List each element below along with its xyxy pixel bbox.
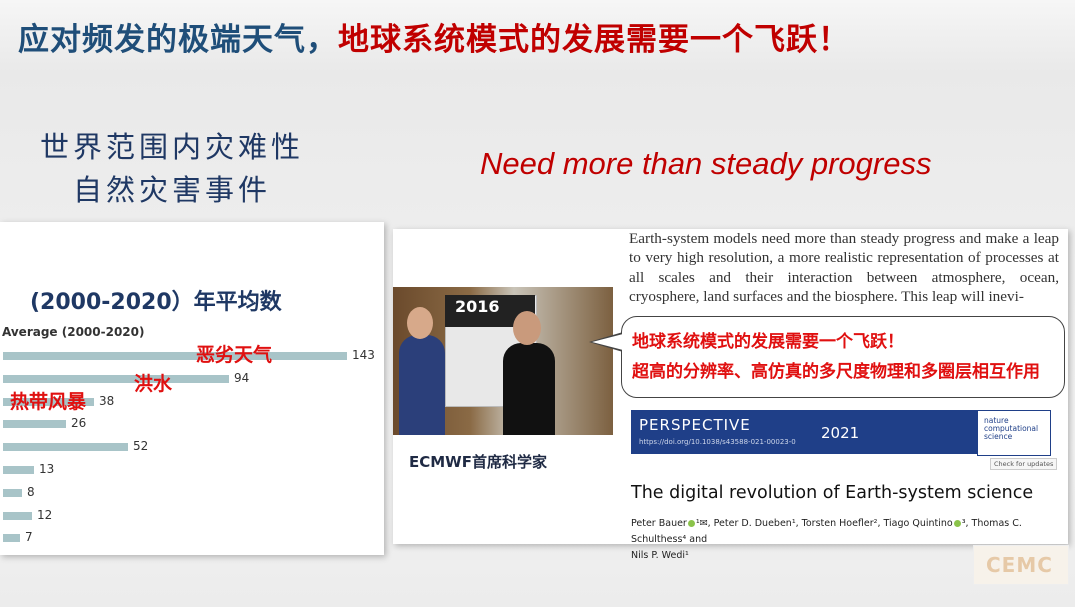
disaster-chart: (2000-2020）年平均数 Average (2000-2020) 143 9… (0, 222, 384, 555)
chart-bar (3, 375, 229, 383)
abstract-text: Earth-system models need more than stead… (629, 229, 1059, 306)
photo-caption: ECMWF首席科学家 (409, 453, 547, 471)
cemc-logo-text: CEMC (986, 553, 1053, 577)
slide-title-part2: 地球系统模式的发展需要一个飞跃！ (338, 22, 850, 58)
chart-bar-value: 52 (133, 439, 149, 453)
chart-bar (3, 443, 128, 451)
chart-bar (3, 512, 32, 520)
callout-line2: 超高的分辨率、高仿真的多尺度物理和多圈层相互作用 (632, 362, 1040, 382)
subtitle: Need more than steady progress (480, 146, 932, 181)
chart-bar-value: 38 (99, 394, 115, 408)
chart-bar (3, 489, 22, 497)
person-right (503, 343, 555, 435)
slide-title: 应对频发的极端天气，地球系统模式的发展需要一个飞跃！ (18, 14, 850, 59)
chart-bar (3, 466, 34, 474)
slide-title-part1: 应对频发的极端天气， (18, 22, 338, 58)
chart-bar-value: 8 (27, 485, 35, 499)
journal-logo: nature computational science (977, 410, 1051, 456)
perspective-year: 2021 (821, 424, 860, 442)
orcid-icon (687, 520, 695, 527)
paper-panel: 2016 ECMWF首席科学家 Earth-system models need… (393, 229, 1068, 561)
chart-bar-value: 13 (39, 462, 55, 476)
callout-line1: 地球系统模式的发展需要一个飞跃！ (632, 332, 904, 352)
chart-bar-value: 12 (37, 508, 53, 522)
cemc-logo: CEMC (973, 545, 1069, 585)
chart-bar-value: 143 (352, 348, 375, 362)
journal-name: nature computational science (984, 416, 1039, 441)
label-severe-weather: 恶劣天气 (196, 344, 273, 366)
chart-title: (2000-2020）年平均数 (30, 290, 282, 315)
authors-middle: ¹✉, Peter D. Dueben¹, Torsten Hoefler², … (695, 518, 953, 529)
left-heading-line2: 自然灾害事件 (72, 173, 271, 207)
title-bar: 应对频发的极端天气，地球系统模式的发展需要一个飞跃！ (0, 0, 1075, 72)
perspective-label: PERSPECTIVE (639, 416, 751, 434)
chart-bar (3, 420, 66, 428)
label-flood: 洪水 (134, 373, 173, 395)
chart-bar (3, 534, 20, 542)
author-wedi: Nils P. Wedi¹ (631, 550, 689, 561)
chart-bar-value: 94 (234, 371, 250, 385)
person-right-head (513, 311, 541, 345)
chart-series-label: Average (2000-2020) (2, 325, 145, 339)
left-heading-line1: 世界范围内灾难性 (39, 130, 304, 164)
author-bauer: Peter Bauer (631, 518, 687, 529)
perspective-doi: https://doi.org/10.1038/s43588-021-00023… (639, 438, 796, 446)
orcid-icon (953, 520, 961, 527)
person-left (399, 335, 445, 435)
person-left-head (407, 307, 433, 339)
paper-title: The digital revolution of Earth-system s… (631, 483, 1034, 503)
chart-bar-value: 26 (71, 416, 87, 430)
perspective-banner: PERSPECTIVE https://doi.org/10.1038/s435… (631, 410, 977, 454)
label-tropical-storm: 热带风暴 (10, 391, 87, 413)
callout-bubble: 地球系统模式的发展需要一个飞跃！ 超高的分辨率、高仿真的多尺度物理和多圈层相互作… (621, 316, 1065, 398)
abstract-paragraph: Earth-system models need more than stead… (629, 230, 1059, 305)
left-heading: 世界范围内灾难性 自然灾害事件 (22, 126, 322, 212)
conference-banner-year: 2016 (455, 297, 500, 316)
conference-photo: 2016 (393, 287, 613, 435)
callout-pointer-fill (592, 334, 623, 350)
chart-bar (3, 352, 347, 360)
chart-bar-value: 7 (25, 530, 33, 544)
check-updates-badge: Check for updates (990, 458, 1058, 470)
